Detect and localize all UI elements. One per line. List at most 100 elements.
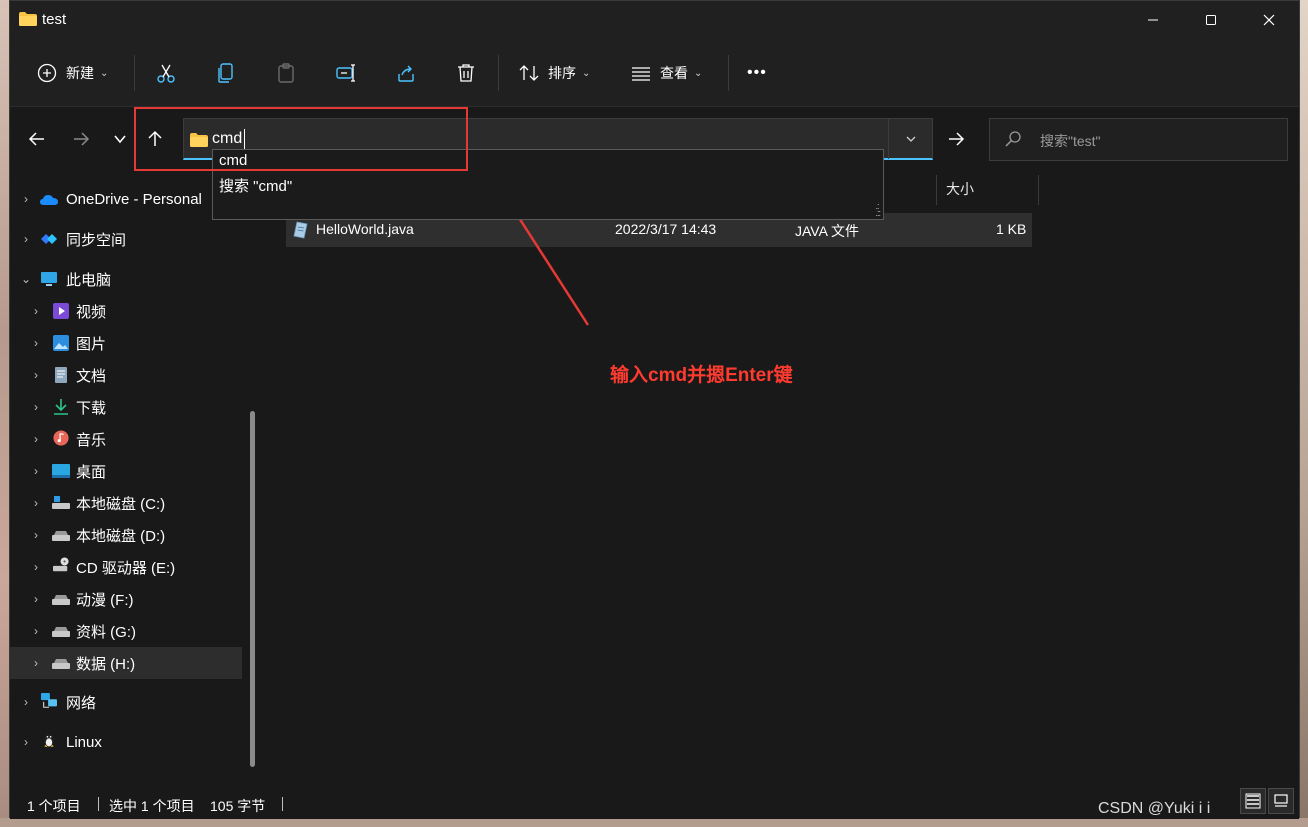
- arrow-up-icon: [148, 130, 162, 146]
- sidebar-item-label: 视频: [76, 303, 107, 321]
- chevron-right-icon: ›: [34, 496, 38, 510]
- share-button[interactable]: [395, 59, 417, 87]
- maximize-icon: [1206, 15, 1216, 25]
- onedrive-cloud-icon: [40, 195, 58, 205]
- chevron-right-icon: ›: [34, 624, 38, 638]
- large-icons-view-button[interactable]: [1268, 788, 1294, 814]
- more-options-button[interactable]: •••: [747, 59, 767, 87]
- more-icon: •••: [747, 64, 767, 81]
- music-icon: [53, 430, 69, 446]
- desktop-icon: [52, 464, 70, 478]
- videos-icon: [53, 303, 69, 319]
- details-view-icon: [1245, 793, 1261, 809]
- window-title: test: [42, 11, 67, 28]
- share-icon: [395, 62, 417, 84]
- resize-grip-icon[interactable]: .:.::: [875, 202, 880, 218]
- rename-button[interactable]: [335, 59, 357, 87]
- sync-space-icon: [41, 234, 57, 244]
- maximize-button[interactable]: [1182, 1, 1240, 39]
- sidebar-item-downloads[interactable]: › 下载: [10, 391, 242, 423]
- search-icon: [1005, 131, 1021, 147]
- back-button[interactable]: [24, 126, 50, 152]
- title-bar[interactable]: test: [10, 1, 1299, 39]
- scrollbar-thumb[interactable]: [250, 411, 255, 767]
- sidebar-item-label: 数据 (H:): [76, 655, 136, 673]
- toolbar-divider: [134, 55, 135, 91]
- arrow-right-icon: [74, 132, 90, 146]
- sidebar-item-drive-h[interactable]: › 数据 (H:): [10, 647, 242, 679]
- drive-icon: [52, 659, 70, 669]
- up-button[interactable]: [142, 126, 168, 152]
- forward-button[interactable]: [68, 126, 94, 152]
- chevron-right-icon: ›: [24, 735, 28, 749]
- sidebar-item-label: 资料 (G:): [76, 623, 136, 641]
- sidebar-item-this-pc[interactable]: ⌄ 此电脑: [10, 263, 242, 295]
- sidebar-item-documents[interactable]: › 文档: [10, 359, 242, 391]
- go-button[interactable]: [935, 118, 977, 160]
- sidebar-item-label: 网络: [66, 694, 97, 712]
- chevron-right-icon: ›: [24, 695, 28, 709]
- sidebar-item-drive-g[interactable]: › 资料 (G:): [10, 615, 242, 647]
- file-explorer-window: test 新建 ⌄ 排序 ⌄ 查看 ⌄ ••• cmd 搜索"test" › O…: [9, 0, 1300, 819]
- command-bar: 新建 ⌄ 排序 ⌄ 查看 ⌄ •••: [10, 39, 1299, 107]
- copy-button[interactable]: [215, 59, 237, 87]
- new-button[interactable]: 新建 ⌄: [36, 59, 108, 87]
- details-view-button[interactable]: [1240, 788, 1266, 814]
- suggestion-item[interactable]: 搜索 "cmd": [219, 175, 292, 197]
- delete-button[interactable]: [455, 59, 477, 87]
- column-divider: [936, 175, 937, 205]
- chevron-right-icon: ›: [34, 400, 38, 414]
- sidebar-item-drive-e[interactable]: › CD 驱动器 (E:): [10, 551, 242, 583]
- paste-button[interactable]: [275, 59, 297, 87]
- view-lines-icon: [630, 62, 652, 84]
- sidebar-item-label: 本地磁盘 (C:): [76, 495, 166, 513]
- sort-button[interactable]: 排序 ⌄: [518, 59, 590, 87]
- view-button[interactable]: 查看 ⌄: [630, 59, 702, 87]
- status-divider: [282, 797, 283, 811]
- address-input-value[interactable]: cmd: [212, 130, 242, 148]
- address-suggestion-list: cmd 搜索 "cmd" .:.::: [212, 149, 884, 220]
- sidebar-item-drive-f[interactable]: › 动漫 (F:): [10, 583, 242, 615]
- status-divider: [98, 797, 99, 811]
- chevron-right-icon: ›: [34, 464, 38, 478]
- address-history-dropdown[interactable]: [888, 119, 932, 159]
- recent-locations-button[interactable]: [107, 126, 133, 152]
- text-caret: [244, 129, 245, 149]
- this-pc-icon: [41, 272, 57, 286]
- chevron-down-icon: [114, 135, 126, 144]
- suggestion-item[interactable]: cmd: [219, 152, 247, 174]
- desktop-background-bottom: [0, 818, 1308, 827]
- system-drive-icon: [52, 496, 70, 509]
- sidebar-item-label: 文档: [76, 367, 107, 385]
- sidebar-item-linux[interactable]: › Linux: [10, 726, 242, 758]
- toolbar-divider: [498, 55, 499, 91]
- chevron-right-icon: ›: [34, 432, 38, 446]
- sidebar-item-pictures[interactable]: › 图片: [10, 327, 242, 359]
- cut-button[interactable]: [155, 59, 177, 87]
- sidebar-item-onedrive[interactable]: › OneDrive - Personal: [10, 183, 242, 215]
- close-button[interactable]: [1240, 1, 1298, 39]
- minimize-button[interactable]: [1124, 1, 1182, 39]
- sidebar-item-drive-c[interactable]: › 本地磁盘 (C:): [10, 487, 242, 519]
- sort-arrows-icon: [518, 62, 540, 84]
- column-header-size[interactable]: 大小: [946, 179, 974, 199]
- search-box[interactable]: 搜索"test": [989, 118, 1288, 161]
- documents-icon: [55, 367, 67, 383]
- chevron-down-icon: [906, 136, 915, 142]
- sidebar-item-label: 图片: [76, 335, 107, 353]
- sidebar-item-sync-space[interactable]: › 同步空间: [10, 223, 242, 255]
- sidebar-item-videos[interactable]: › 视频: [10, 295, 242, 327]
- sidebar-item-music[interactable]: › 音乐: [10, 423, 242, 455]
- arrow-left-icon: [28, 132, 44, 146]
- arrow-right-icon: [949, 132, 965, 146]
- network-icon: [41, 693, 57, 708]
- sidebar-item-drive-d[interactable]: › 本地磁盘 (D:): [10, 519, 242, 551]
- sidebar-scrollbar[interactable]: [250, 411, 256, 771]
- status-selected: 选中 1 个项目: [109, 798, 195, 814]
- sidebar-item-label: 桌面: [76, 463, 107, 481]
- java-file-icon: [293, 221, 308, 239]
- navigation-pane: › OneDrive - Personal › 同步空间 ⌄ 此电脑 › 视频 …: [10, 171, 258, 771]
- desktop-background-left: [0, 0, 9, 827]
- sidebar-item-desktop[interactable]: › 桌面: [10, 455, 242, 487]
- sidebar-item-network[interactable]: › 网络: [10, 686, 242, 718]
